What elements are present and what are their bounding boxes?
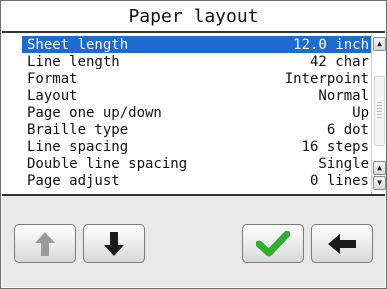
- setting-row-braille-type[interactable]: Braille type 6 dot: [22, 121, 372, 138]
- arrow-up-icon: [35, 231, 55, 256]
- setting-value: 16 steps: [301, 138, 369, 155]
- setting-label: Line length: [27, 53, 120, 70]
- scroll-up-button[interactable]: ▲: [373, 37, 386, 51]
- setting-value: 6 dot: [326, 121, 369, 138]
- list-scrollbar[interactable]: ▲ ▲ ▼: [371, 34, 386, 194]
- dialog-title: Paper layout: [2, 2, 385, 33]
- setting-row-line-length[interactable]: Line length 42 char: [22, 53, 372, 70]
- setting-row-layout[interactable]: Layout Normal: [22, 87, 372, 104]
- setting-value: Single: [318, 155, 369, 172]
- setting-row-line-spacing[interactable]: Line spacing 16 steps: [22, 138, 372, 155]
- scrollbar-thumb[interactable]: [374, 76, 385, 146]
- setting-label: Format: [27, 70, 78, 87]
- scroll-up-lower-button[interactable]: ▲: [373, 161, 386, 175]
- setting-label: Sheet length: [27, 36, 129, 53]
- setting-label: Double line spacing: [27, 155, 188, 172]
- setting-value: 42 char: [309, 53, 369, 70]
- confirm-button[interactable]: [242, 224, 304, 263]
- setting-row-format[interactable]: Format Interpoint: [22, 70, 372, 87]
- scroll-down-button[interactable]: ▼: [373, 176, 386, 190]
- setting-label: Braille type: [27, 121, 129, 138]
- settings-list[interactable]: Sheet length 12.0 inch Line length 42 ch…: [22, 34, 372, 192]
- arrow-up-small-icon: ▲: [377, 163, 382, 172]
- setting-value: Normal: [318, 87, 369, 104]
- setting-label: Page adjust: [27, 172, 120, 189]
- back-button[interactable]: [311, 224, 373, 263]
- setting-row-page-adjust[interactable]: Page adjust 0 lines: [22, 172, 372, 189]
- setting-label: Layout: [27, 87, 78, 104]
- arrow-up-small-icon: ▲: [377, 39, 382, 48]
- move-down-button[interactable]: [83, 224, 145, 263]
- setting-row-page-one[interactable]: Page one up/down Up: [22, 104, 372, 121]
- grip-icon: [377, 102, 382, 120]
- setting-value: Interpoint: [284, 70, 369, 87]
- move-up-button[interactable]: [14, 224, 76, 263]
- paper-layout-dialog: Paper layout Sheet length 12.0 inch Line…: [0, 0, 387, 289]
- setting-label: Line spacing: [27, 138, 129, 155]
- arrow-down-icon: [104, 231, 124, 256]
- arrow-down-small-icon: ▼: [377, 178, 382, 187]
- setting-label: Page one up/down: [27, 104, 162, 121]
- setting-row-sheet-length[interactable]: Sheet length 12.0 inch: [22, 36, 372, 53]
- setting-row-double-line-spacing[interactable]: Double line spacing Single: [22, 155, 372, 172]
- setting-value: 0 lines: [309, 172, 369, 189]
- button-bar: [2, 194, 385, 287]
- checkmark-icon: [256, 230, 290, 256]
- arrow-left-icon: [328, 233, 356, 254]
- setting-value: 12.0 inch: [293, 36, 369, 53]
- setting-value: Up: [352, 104, 369, 121]
